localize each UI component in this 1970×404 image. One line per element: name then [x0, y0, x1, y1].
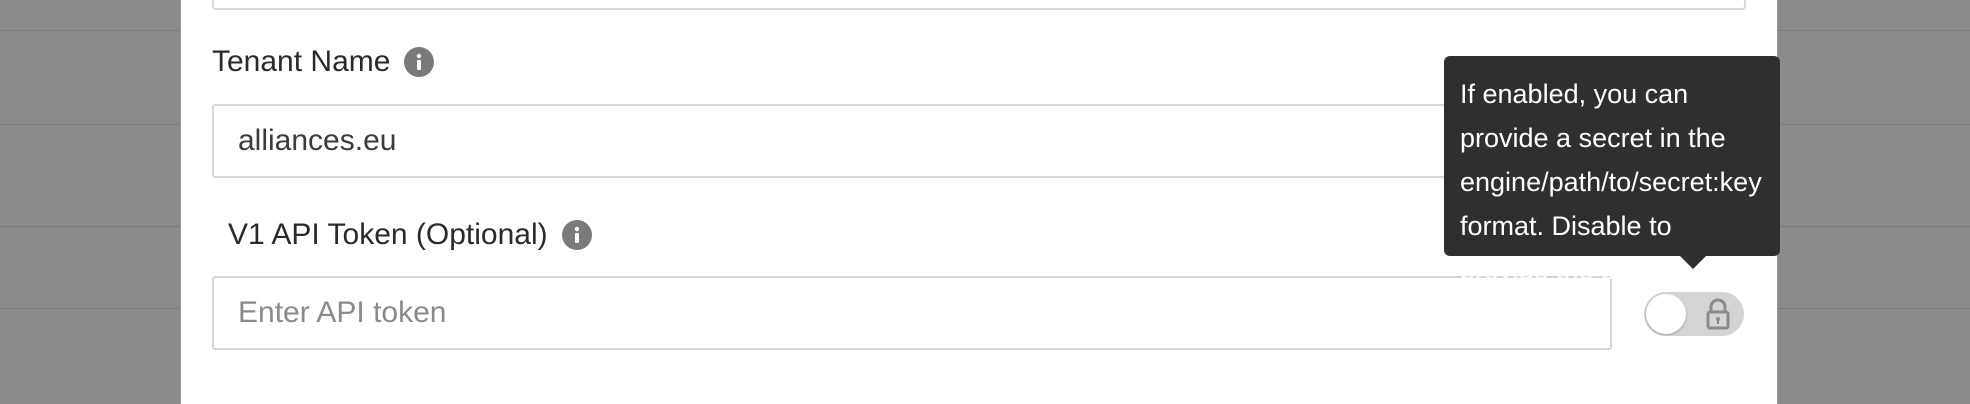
api-token-input[interactable] — [212, 276, 1612, 350]
secret-toggle[interactable] — [1644, 292, 1744, 336]
info-icon[interactable] — [561, 220, 592, 250]
tenant-name-label-text: Tenant Name — [212, 45, 391, 78]
toggle-knob[interactable] — [1646, 294, 1686, 334]
lock-icon — [1706, 298, 1730, 330]
tooltip-arrow — [1679, 255, 1707, 269]
previous-field[interactable] — [212, 0, 1746, 10]
tenant-name-label: Tenant Name — [212, 45, 435, 79]
api-token-label-text: V1 API Token (Optional) — [228, 218, 548, 251]
tooltip: If enabled, you can provide a secret in … — [1444, 56, 1780, 329]
info-icon[interactable] — [404, 47, 435, 77]
api-token-label: V1 API Token (Optional) — [228, 218, 592, 252]
